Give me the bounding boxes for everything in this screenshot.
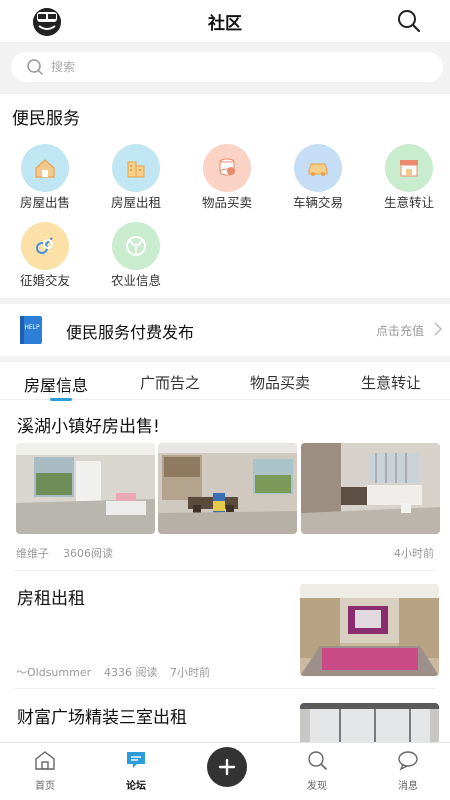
chevron-right-icon <box>434 322 443 336</box>
divider <box>15 688 435 689</box>
tab-ads[interactable]: 广而告之 <box>140 372 200 393</box>
nav-messages[interactable]: 消息 <box>378 749 438 797</box>
search-icon <box>308 751 327 770</box>
service-label: 物品买卖 <box>201 195 252 210</box>
service-label: 房屋出租 <box>110 195 161 210</box>
services-section: 便民服务 房屋出售 房屋出租 物品买卖 车辆交易 生意转让 征婚交友 农业信息 <box>0 94 450 298</box>
divider <box>15 570 435 571</box>
service-business[interactable]: 生意转让 <box>364 144 450 214</box>
post-photo[interactable] <box>300 584 439 676</box>
paybar-title: 便民服务付费发布 <box>66 323 195 342</box>
post-reads: 3606阅读 <box>63 547 113 560</box>
paid-publish-bar[interactable]: HELP 便民服务付费发布 点击充值 <box>0 304 450 356</box>
nav-label: 论坛 <box>126 781 146 792</box>
service-label: 房屋出售 <box>19 195 70 210</box>
post-title[interactable]: 财富广场精装三室出租 <box>17 703 187 728</box>
search-icon <box>27 59 43 75</box>
recharge-link[interactable]: 点击充值 <box>376 322 424 339</box>
nav-discover[interactable]: 发现 <box>287 749 347 797</box>
service-vehicle[interactable]: 车辆交易 <box>273 144 363 214</box>
search-icon[interactable] <box>396 8 422 34</box>
service-label: 农业信息 <box>110 273 161 288</box>
nav-label: 发现 <box>307 781 327 792</box>
help-book-icon: HELP <box>18 315 44 345</box>
forum-icon <box>127 752 145 768</box>
house-icon <box>21 144 69 192</box>
post-time: 4小时前 <box>394 547 434 560</box>
section-title: 便民服务 <box>12 109 80 129</box>
post-photo[interactable] <box>158 443 297 534</box>
sprout-icon <box>112 222 160 270</box>
app-header: 社区 <box>0 0 450 42</box>
plus-icon <box>218 758 236 776</box>
post-title[interactable]: 房租出租 <box>17 584 85 609</box>
bottom-nav: 首页 论坛 发现 消息 <box>0 742 450 800</box>
tab-house-info[interactable]: 房屋信息 <box>24 372 88 396</box>
post-time: 7小时前 <box>170 666 210 679</box>
post-title[interactable]: 溪湖小镇好房出售! <box>17 412 160 437</box>
post-reads: 4336 阅读 <box>104 666 158 679</box>
active-tab-indicator <box>50 398 72 401</box>
help-badge: HELP <box>24 324 40 331</box>
message-icon <box>398 751 418 771</box>
service-label: 生意转让 <box>383 195 434 210</box>
home-icon <box>35 751 55 770</box>
nav-home[interactable]: 首页 <box>15 749 75 797</box>
service-label: 车辆交易 <box>292 195 343 210</box>
nav-label: 首页 <box>35 781 55 792</box>
post-author[interactable]: 维维子 <box>16 545 49 561</box>
nav-label: 消息 <box>398 781 418 792</box>
tab-business[interactable]: 生意转让 <box>361 372 421 393</box>
gender-icon <box>21 222 69 270</box>
page-title: 社区 <box>208 14 242 34</box>
service-dating[interactable]: 征婚交友 <box>0 222 90 292</box>
service-house-sale[interactable]: 房屋出售 <box>0 144 90 214</box>
service-label: 征婚交友 <box>19 273 70 288</box>
coins-icon <box>203 144 251 192</box>
post-photo[interactable] <box>16 443 155 534</box>
search-area <box>0 42 450 94</box>
post-photo[interactable] <box>301 443 440 534</box>
nav-forum[interactable]: 论坛 <box>106 749 166 797</box>
category-tabs: 房屋信息 广而告之 物品买卖 生意转让 <box>0 362 450 401</box>
tab-goods[interactable]: 物品买卖 <box>250 372 310 393</box>
add-post-button[interactable] <box>207 747 247 787</box>
post-photo[interactable] <box>300 703 439 742</box>
post-author[interactable]: ～Oldsummer <box>16 664 91 680</box>
shop-icon <box>385 144 433 192</box>
car-icon <box>294 144 342 192</box>
service-goods[interactable]: 物品买卖 <box>182 144 272 214</box>
search-input[interactable] <box>51 56 431 78</box>
service-agriculture[interactable]: 农业信息 <box>91 222 181 292</box>
building-icon <box>112 144 160 192</box>
service-house-rent[interactable]: 房屋出租 <box>91 144 181 214</box>
search-box[interactable] <box>11 52 443 82</box>
